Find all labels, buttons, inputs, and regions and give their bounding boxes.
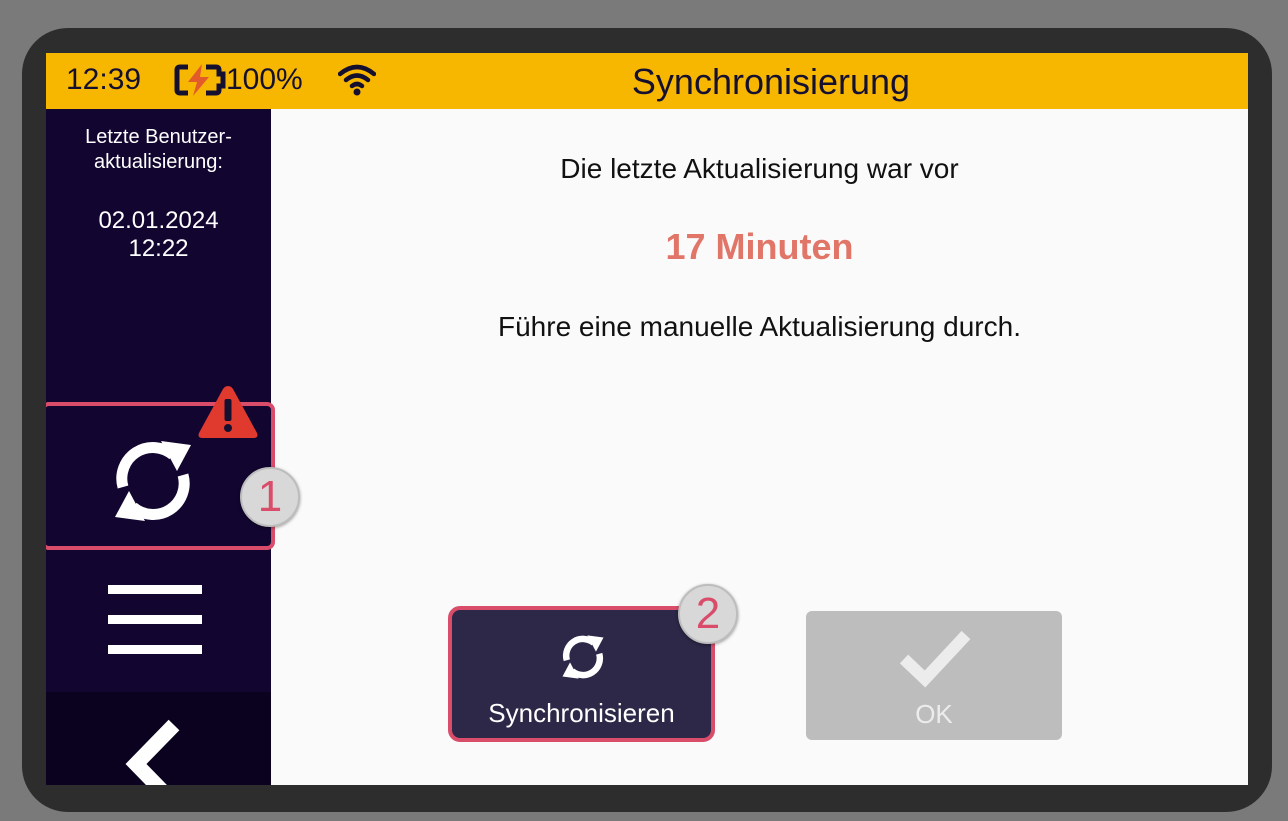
- synchronize-button[interactable]: Synchronisieren: [448, 606, 715, 742]
- screen: 12:39 100% Synchronisierung Letzte Benut…: [46, 53, 1248, 785]
- synchronize-button-label: Synchronisieren: [488, 698, 675, 728]
- last-update-label-line1: Letzte Benutzer-: [85, 126, 232, 148]
- last-update-date: 02.01.2024: [98, 207, 219, 234]
- menu-icon[interactable]: [108, 583, 202, 659]
- last-update-datetime: 02.01.2024 12:22: [46, 207, 271, 263]
- status-bar: 12:39 100% Synchronisierung: [46, 53, 1248, 109]
- last-update-message: Die letzte Aktualisierung war vor: [560, 153, 959, 184]
- status-time: 12:39: [66, 63, 142, 96]
- back-icon[interactable]: [124, 719, 184, 785]
- battery-charging-icon: [174, 63, 226, 97]
- callout-badge-1: 1: [240, 467, 300, 527]
- last-update-label-line2: aktualisierung:: [94, 151, 223, 173]
- manual-update-instruction: Führe eine manuelle Aktualisierung durch…: [498, 311, 1021, 342]
- warning-icon: [196, 383, 260, 441]
- sidebar: Letzte Benutzer- aktualisierung: 02.01.2…: [46, 109, 275, 785]
- last-update-label: Letzte Benutzer- aktualisierung:: [46, 125, 271, 175]
- ok-button-label: OK: [915, 699, 953, 729]
- battery-percentage: 100%: [226, 63, 303, 96]
- checkmark-icon: [898, 629, 972, 689]
- ok-button[interactable]: OK: [806, 611, 1062, 740]
- sync-icon: [556, 630, 610, 684]
- elapsed-minutes: 17 Minuten: [665, 226, 854, 267]
- callout-badge-2: 2: [678, 584, 738, 644]
- page-title: Synchronisierung: [631, 61, 911, 102]
- sync-icon: [103, 431, 203, 531]
- last-update-time: 12:22: [128, 235, 189, 262]
- wifi-icon: [337, 63, 377, 97]
